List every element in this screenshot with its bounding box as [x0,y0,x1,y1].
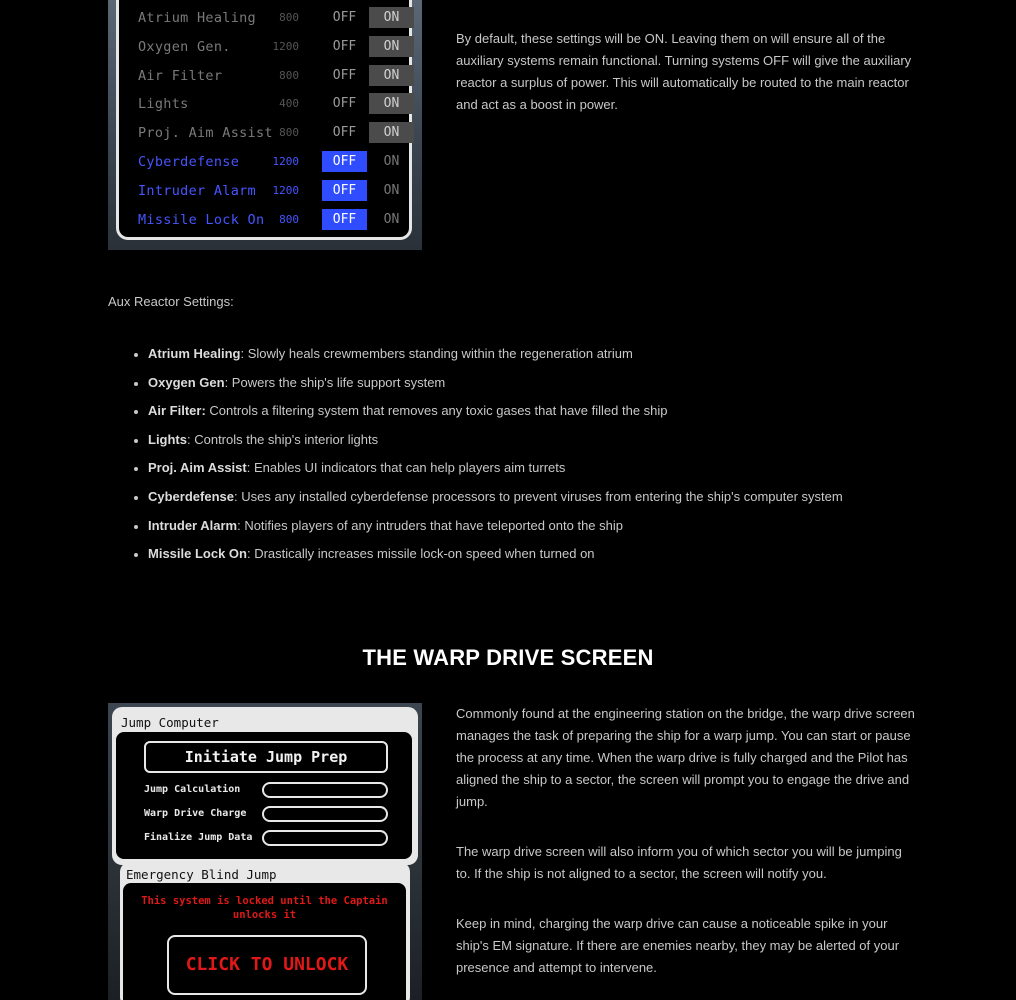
list-item: Lights: Controls the ship's interior lig… [132,430,843,459]
progress-row: Warp Drive Charge [144,806,394,824]
aux-row-name: Air Filter [138,67,223,84]
setting-description: : Controls the ship's interior lights [187,431,379,447]
list-item: Atrium Healing: Slowly heals crewmembers… [132,344,843,373]
aux-row-name: Atrium Healing [138,10,256,26]
jump-computer-body: Initiate Jump Prep Jump Calculation Warp … [116,732,412,859]
setting-term: Missile Lock On [148,546,247,562]
setting-term: Atrium Healing [148,346,241,361]
initiate-jump-prep-button[interactable]: Initiate Jump Prep [144,741,388,773]
list-item: Intruder Alarm: Notifies players of any … [132,516,843,545]
aux-off-toggle[interactable]: OFF [322,36,367,57]
aux-row: Oxygen Gen. 1200 OFF ON [119,35,414,58]
aux-row-power: 1200 [272,155,300,168]
aux-row-name: Intruder Alarm [138,182,256,199]
list-item: Air Filter: Controls a filtering system … [132,401,843,430]
aux-row-power: 1200 [272,183,300,197]
setting-term: Intruder Alarm [148,517,238,533]
aux-row: Lights 400 OFF ON [119,93,414,115]
aux-off-toggle[interactable]: OFF [322,179,367,201]
aux-row-power: 1200 [272,39,300,53]
aux-off-toggle[interactable]: OFF [322,65,367,86]
click-to-unlock-button[interactable]: CLICK TO UNLOCK [167,935,367,995]
setting-description: : Enables UI indicators that can help pl… [246,460,566,476]
aux-off-toggle[interactable]: OFF [322,7,367,28]
progress-row: Jump Calculation [144,782,394,800]
progress-bar [262,806,388,822]
jump-computer-card: Jump Computer Initiate Jump Prep Jump Ca… [112,707,418,865]
aux-on-toggle[interactable]: ON [369,151,414,172]
setting-term: Lights [148,431,187,447]
aux-settings-list: Atrium Healing: Slowly heals crewmembers… [132,344,843,573]
warp-paragraph-3: Keep in mind, charging the warp drive ca… [456,916,900,975]
setting-term: Oxygen Gen [148,374,225,390]
progress-label: Finalize Jump Data [144,832,253,843]
progress-label: Warp Drive Charge [144,808,247,819]
aux-off-toggle[interactable]: OFF [322,208,367,230]
setting-description: : Notifies players of any intruders that… [237,517,623,533]
aux-row: Missile Lock On 800 OFF ON [119,208,409,231]
aux-off-toggle[interactable]: OFF [322,93,367,114]
aux-on-toggle[interactable]: ON [369,122,414,144]
section-title: THE WARP DRIVE SCREEN [362,645,654,670]
progress-label: Jump Calculation [144,784,241,795]
locked-message: This system is locked until the Captain … [141,895,388,921]
aux-reactor-panel: Atrium Healing 800 OFF ON Oxygen Gen. 1200 OFF… [116,0,414,240]
warp-paragraph-2: The warp drive screen will also inform y… [456,844,902,881]
aux-reactor-screenshot: Atrium Healing 800 OFF ON Oxygen Gen. 1200 OFF… [108,0,422,250]
aux-row: Proj. Aim Assist 800 OFF ON [119,122,414,144]
aux-on-toggle[interactable]: ON [369,64,414,86]
aux-row-power: 800 [279,126,299,140]
setting-term: Air Filter: [148,403,206,419]
aux-off-toggle[interactable]: OFF [322,122,367,143]
aux-row-name: Cyberdefense [138,154,240,170]
setting-description: : Drastically increases missile lock-on … [246,546,595,562]
list-item: Oxygen Gen: Powers the ship's life suppo… [132,373,843,402]
aux-on-toggle[interactable]: ON [369,209,414,230]
aux-row: Cyberdefense 1200 OFF ON [119,151,409,173]
jump-computer-title: Jump Computer [121,715,219,730]
aux-row: Air Filter 800 OFF ON [119,64,414,87]
aux-row-name: Oxygen Gen. [138,38,231,55]
progress-bar [262,782,388,798]
aux-settings-heading: Aux Reactor Settings: [108,294,234,309]
aux-row-power: 400 [279,97,299,111]
aux-on-toggle[interactable]: ON [369,180,414,201]
aux-row-name: Missile Lock On [138,211,265,228]
list-item: Missile Lock On: Drastically increases m… [132,544,843,573]
aux-row-name: Proj. Aim Assist [138,125,273,142]
setting-term: Proj. Aim Assist [148,460,247,476]
aux-row-power: 800 [279,68,299,82]
aux-row-power: 800 [279,212,299,226]
warp-paragraph-1: Commonly found at the engineering statio… [456,706,915,809]
progress-row: Finalize Jump Data [144,830,394,848]
aux-row: Atrium Healing 800 OFF ON [119,7,414,29]
setting-description: Controls a filtering system that removes… [205,403,668,419]
setting-description: : Powers the ship's life support system [224,374,446,390]
aux-row-name: Lights [138,96,189,113]
aux-on-toggle[interactable]: ON [369,93,414,115]
progress-bar [262,830,388,846]
list-item: Cyberdefense: Uses any installed cyberde… [132,487,843,516]
blind-jump-card: Emergency Blind Jump This system is lock… [120,862,410,1000]
warp-drive-screenshot: Jump Computer Initiate Jump Prep Jump Ca… [108,703,422,1000]
setting-term: Cyberdefense [148,488,234,504]
aux-row: Intruder Alarm 1200 OFF ON [119,179,409,202]
setting-description: : Slowly heals crewmembers standing with… [240,346,633,361]
blind-jump-body: This system is locked until the Captain … [123,883,406,1000]
setting-description: : Uses any installed cyberdefense proces… [233,488,843,504]
aux-off-toggle[interactable]: OFF [322,151,367,172]
aux-row-power: 800 [279,11,299,24]
list-item: Proj. Aim Assist: Enables UI indicators … [132,458,843,487]
aux-on-toggle[interactable]: ON [369,7,414,28]
blind-jump-title: Emergency Blind Jump [126,867,277,882]
aux-on-toggle[interactable]: ON [369,35,414,57]
intro-paragraph: By default, these settings will be ON. L… [456,31,912,112]
